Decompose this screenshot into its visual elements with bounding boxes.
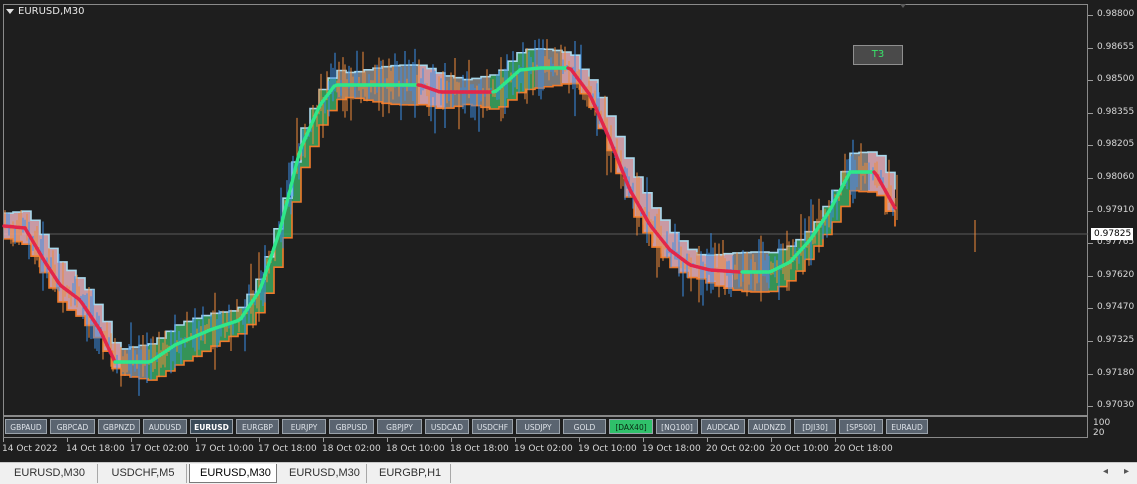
- time-axis-tick: [707, 438, 708, 442]
- chart-tab[interactable]: EURGBP,H1: [369, 464, 451, 483]
- price-axis-label: 0.98060: [1097, 172, 1135, 182]
- scroll-marker-icon: [900, 4, 906, 8]
- time-axis-label: 14 Oct 18:00: [66, 444, 125, 454]
- price-axis-label: 0.97910: [1097, 204, 1135, 215]
- symbol-button[interactable]: AUDUSD: [143, 419, 187, 434]
- time-axis-tick: [323, 438, 324, 442]
- symbol-button[interactable]: EURGBP: [236, 419, 279, 434]
- symbol-button[interactable]: GBPJPY: [377, 419, 422, 434]
- chart-tab[interactable]: USDCHF,M5: [100, 464, 187, 483]
- price-axis-tick: [1088, 210, 1093, 212]
- price-axis-label: 0.97180: [1097, 367, 1135, 378]
- time-axis-tick: [3, 438, 4, 442]
- price-chart: [2, 4, 1088, 396]
- symbol-button[interactable]: USDCHF: [472, 419, 513, 434]
- indicator-axis-top: 100: [1093, 418, 1111, 428]
- time-axis-tick: [131, 438, 132, 442]
- symbol-button[interactable]: GBPNZD: [98, 419, 140, 434]
- symbol-button[interactable]: AUDCAD: [701, 419, 745, 434]
- price-axis-label: 0.98500: [1097, 74, 1135, 85]
- chart-title-text: EURUSD,M30: [18, 6, 85, 17]
- time-axis-tick: [387, 438, 388, 442]
- chart-window[interactable]: EURUSD,M30 T3 0.98800 0.98655 0.98500 0.983…: [0, 0, 1137, 462]
- symbol-button[interactable]: GBPCAD: [50, 419, 95, 434]
- price-axis-label: 0.98800: [1097, 9, 1135, 19]
- time-axis-label: 17 Oct 02:00: [130, 444, 189, 454]
- symbol-button[interactable]: EURUSD: [190, 419, 233, 434]
- time-axis-tick: [643, 438, 644, 442]
- chart-menu-triangle-icon[interactable]: [6, 8, 14, 14]
- chart-tab[interactable]: EURUSD,M30: [279, 464, 367, 483]
- time-axis-tick: [771, 438, 772, 442]
- price-axis-label: 0.97325: [1097, 335, 1135, 345]
- price-axis-label: 0.98655: [1097, 41, 1135, 52]
- price-axis-label: 0.98205: [1097, 139, 1135, 150]
- chart-tab[interactable]: EURUSD,M30: [189, 464, 277, 483]
- price-axis-tick: [1088, 80, 1093, 82]
- indicator-axis-bottom: 20: [1093, 428, 1105, 438]
- time-axis-label: 19 Oct 02:00: [514, 444, 573, 454]
- price-axis-label: 0.97470: [1097, 302, 1135, 313]
- time-axis-label: 19 Oct 10:00: [578, 444, 637, 454]
- time-axis-label: 20 Oct 02:00: [706, 444, 765, 454]
- time-axis-label: 18 Oct 10:00: [386, 444, 445, 454]
- price-axis-tick: [1088, 178, 1093, 179]
- symbol-button[interactable]: [NQ100]: [656, 419, 698, 434]
- symbol-button[interactable]: [DJI30]: [794, 419, 836, 434]
- symbol-button[interactable]: USDJPY: [516, 419, 560, 434]
- time-axis-tick: [835, 438, 836, 442]
- t3-signal-box[interactable]: T3: [853, 45, 903, 65]
- price-axis-tick: [1088, 341, 1093, 342]
- chart-title[interactable]: EURUSD,M30: [6, 6, 84, 17]
- symbol-button[interactable]: [DAX40]: [609, 419, 653, 434]
- tab-scroll-left-icon[interactable]: ◂: [1103, 466, 1108, 477]
- tab-scroll-right-icon[interactable]: ▸: [1124, 466, 1129, 477]
- time-axis-label: 20 Oct 18:00: [834, 444, 893, 454]
- price-axis-tick: [1088, 112, 1093, 114]
- price-axis-tick: [1088, 145, 1093, 147]
- time-axis-label: 14 Oct 2022: [2, 444, 58, 454]
- symbol-button[interactable]: USDCAD: [425, 419, 469, 434]
- price-axis-tick: [1088, 406, 1093, 408]
- price-axis-tick: [1088, 243, 1093, 245]
- symbol-button[interactable]: GBPAUD: [5, 419, 47, 434]
- time-axis-label: 17 Oct 18:00: [258, 444, 317, 454]
- time-axis-tick: [515, 438, 516, 442]
- chart-tab[interactable]: EURUSD,M30: [2, 464, 98, 483]
- price-axis-tick: [1088, 15, 1093, 16]
- chart-tabs-bar: EURUSD,M30 USDCHF,M5 EURUSD,M30 EURUSD,M30 E…: [0, 462, 1137, 484]
- current-price-label: 0.97825: [1091, 228, 1133, 240]
- time-axis-label: 18 Oct 18:00: [450, 444, 509, 454]
- time-axis-label: 17 Oct 10:00: [195, 444, 254, 454]
- price-axis-tick: [1088, 47, 1093, 49]
- time-axis-tick: [579, 438, 580, 442]
- time-axis-tick: [196, 438, 197, 442]
- price-axis-label: 0.98355: [1097, 106, 1135, 117]
- symbol-button[interactable]: AUDNZD: [748, 419, 791, 434]
- lower-band-line: [4, 82, 896, 381]
- time-axis-label: 19 Oct 18:00: [642, 444, 701, 454]
- time-axis-tick: [67, 438, 68, 442]
- price-axis-tick: [1088, 275, 1093, 277]
- symbol-button[interactable]: GOLD: [563, 419, 606, 434]
- price-axis-tick: [1088, 308, 1093, 310]
- symbol-button[interactable]: EURJPY: [282, 419, 326, 434]
- price-axis-tick: [1088, 373, 1093, 375]
- price-axis-label: 0.97620: [1097, 269, 1135, 280]
- symbol-button[interactable]: GBPUSD: [329, 419, 374, 434]
- symbol-button[interactable]: EURAUD: [886, 419, 928, 434]
- time-axis-label: 20 Oct 10:00: [770, 444, 829, 454]
- time-axis-label: 18 Oct 02:00: [322, 444, 381, 454]
- time-axis-tick: [259, 438, 260, 442]
- symbol-button[interactable]: [SP500]: [839, 419, 883, 434]
- price-axis-label: 0.97030: [1097, 400, 1135, 411]
- time-axis-tick: [451, 438, 452, 442]
